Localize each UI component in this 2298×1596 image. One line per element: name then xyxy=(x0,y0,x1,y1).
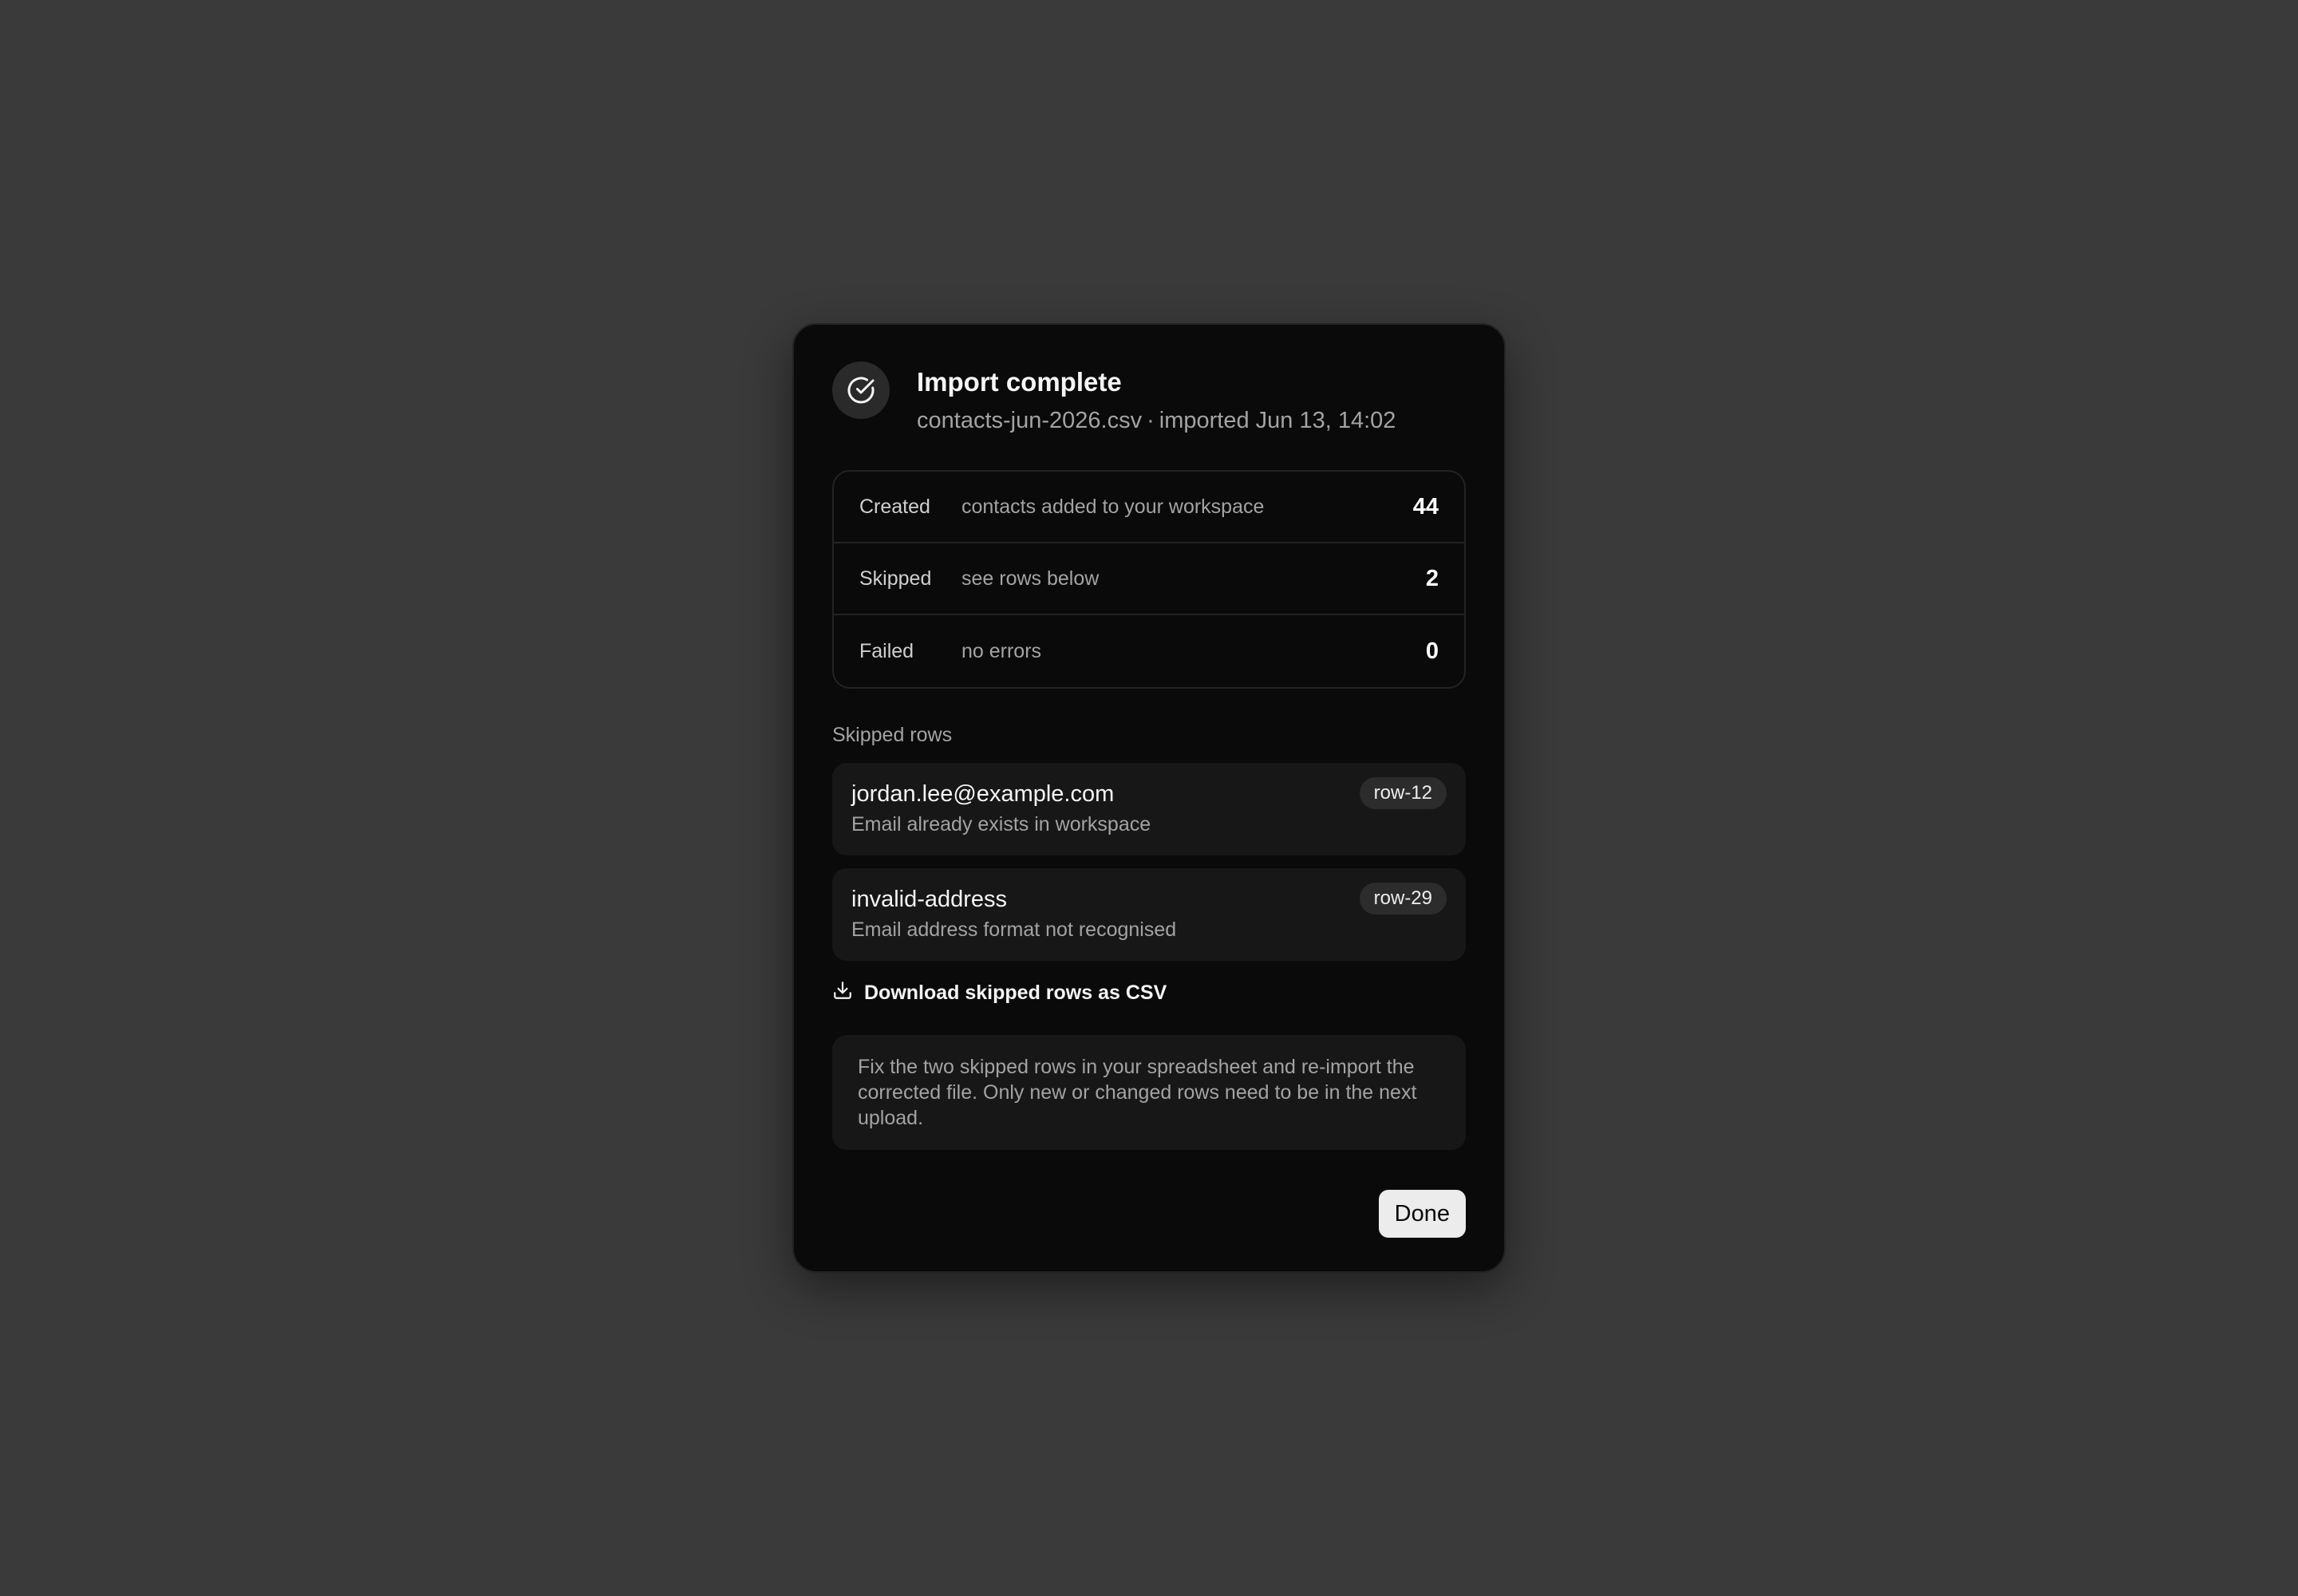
stat-label: Skipped xyxy=(859,567,932,590)
stat-value: 0 xyxy=(1425,638,1439,664)
download-icon xyxy=(832,980,864,1006)
dialog-header: Import complete contacts-jun-2026.csv · im… xyxy=(832,361,1466,435)
download-label: Download skipped rows as CSV xyxy=(864,982,1167,1004)
skipped-rows-heading: Skipped rows xyxy=(832,724,953,746)
subtitle-separator: · xyxy=(1147,408,1155,433)
dialog-title: Import complete xyxy=(917,367,1122,397)
skipped-row-value: jordan.lee@example.com xyxy=(851,781,1115,807)
skipped-row-reason: Email address format not recognised xyxy=(851,918,1177,941)
stat-row-created: Created contacts added to your workspace… xyxy=(834,472,1464,543)
stat-description: no errors xyxy=(961,639,1042,662)
dialog-titles: Import complete contacts-jun-2026.csv · im… xyxy=(917,361,1396,435)
dialog-footer: Done xyxy=(832,1190,1466,1238)
import-complete-dialog: Import complete contacts-jun-2026.csv · im… xyxy=(792,323,1506,1273)
import-stats: Created contacts added to your workspace… xyxy=(832,470,1466,689)
stat-label: Failed xyxy=(859,639,914,662)
import-timestamp: imported Jun 13, 14:02 xyxy=(1159,408,1396,433)
stat-row-failed: Failed no errors 0 xyxy=(834,615,1464,687)
help-note: Fix the two skipped rows in your spreads… xyxy=(832,1035,1466,1150)
stat-value: 2 xyxy=(1425,565,1439,591)
check-circle-icon xyxy=(832,361,890,419)
file-name: contacts-jun-2026.csv xyxy=(917,408,1143,433)
stat-value: 44 xyxy=(1412,493,1439,519)
download-skipped-rows-link[interactable]: Download skipped rows as CSV xyxy=(832,980,1167,1006)
row-number-badge: row-29 xyxy=(1359,883,1447,915)
done-button[interactable]: Done xyxy=(1378,1190,1466,1238)
skipped-row-value: invalid-address xyxy=(851,887,1008,912)
dialog-subtitle: contacts-jun-2026.csv · imported Jun 13, 1… xyxy=(917,406,1396,435)
stat-row-skipped: Skipped see rows below 2 xyxy=(834,543,1464,615)
skipped-row-item: jordan.lee@example.com Email already exi… xyxy=(832,763,1466,855)
skipped-row-item: invalid-address Email address format not… xyxy=(832,868,1466,961)
stat-description: see rows below xyxy=(961,567,1100,590)
stat-label: Created xyxy=(859,495,930,518)
skipped-row-reason: Email already exists in workspace xyxy=(851,813,1151,836)
row-number-badge: row-12 xyxy=(1359,777,1447,809)
stat-description: contacts added to your workspace xyxy=(961,495,1265,518)
